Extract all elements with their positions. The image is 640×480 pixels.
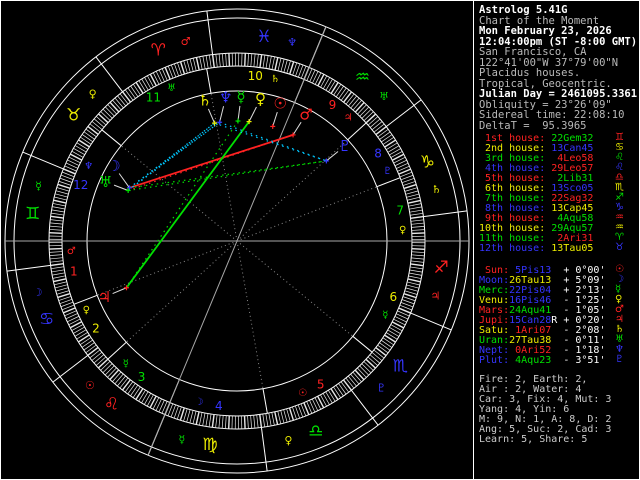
house-ruler-icon: ☽ <box>194 397 203 408</box>
planet-icon: ♆ <box>219 88 232 106</box>
house-ruler-icon: ♂ <box>67 246 76 257</box>
planet-icon: ♃ <box>98 288 111 306</box>
house-ruler-icon: ☿ <box>382 310 388 321</box>
zodiac-sign-icon: ♏ <box>393 356 408 376</box>
sign-ruler-icon: ♀ <box>284 434 292 447</box>
sign-ruler-icon: ♀ <box>89 87 97 100</box>
header-line: Julian Day = 2461095.3361 <box>479 88 638 100</box>
house-number: 2 <box>92 322 100 336</box>
house-number: 11 <box>146 91 161 105</box>
zodiac-sign-icon: ♓ <box>256 27 271 47</box>
chart-wheel: ♈ ♂♉♀♊☿♋☽♌☉♍☿ ♎♀♏♇♐♃♑♄♒♅♓ ♆1♂2♀3☿4☽5☉6☿7♀8♇… <box>4 8 470 474</box>
house-number: 12 <box>73 178 88 192</box>
house-ruler-icon: ♀ <box>83 305 90 316</box>
house-ruler-icon: ♃ <box>344 112 353 123</box>
planet-icon: ♂ <box>299 106 312 124</box>
zodiac-sign-icon: ♉ <box>615 242 624 253</box>
planet-icon: ♇ <box>338 137 351 155</box>
planet-position-list: Sun: 5Pis13 + 0°00' ☉ Moon:26Tau13 + 5°09'… <box>479 265 624 366</box>
header-line: Astrolog 5.41G <box>479 4 568 16</box>
sign-ruler-icon: ♅ <box>379 90 389 103</box>
house-ruler-icon: ♇ <box>383 166 392 177</box>
house-number: 6 <box>389 290 397 304</box>
sign-ruler-icon: ♂ <box>181 35 191 48</box>
header-line: Mon February 23, 2026 <box>479 25 612 37</box>
header-line: Sidereal time: 22:08:10 <box>479 109 625 121</box>
planet-glyphs: ☉☽☿ ♀♂♃♄♅♆♇ <box>98 88 352 306</box>
element-tally: Fire: 2, Earth: 2, Air : 2, Water: 4 Car: … <box>479 375 611 445</box>
planet-icon: ☉ <box>273 95 286 113</box>
house-row: 12th house: 13Tau05 ♉ <box>479 242 624 254</box>
aspect-lines <box>125 120 327 289</box>
house-ruler-icon: ♄ <box>271 74 280 85</box>
zodiac-sign-icon: ♈ <box>151 41 166 61</box>
planet-row: Plut: 4Aqu23 - 3°51' ♇ <box>479 354 624 366</box>
zodiac-sign-icon: ♐ <box>434 258 449 278</box>
planet-icon: ♅ <box>99 173 112 191</box>
planet-degree-dots <box>123 118 329 291</box>
house-cusp-list: 1st house: 22Gem32 ♊ 2nd house: 13Can45 ♋ … <box>479 133 624 254</box>
header-line: DeltaT = 95.3965 <box>479 119 587 132</box>
zodiac-sign-icon: ♒ <box>355 68 370 88</box>
house-number: 1 <box>70 265 78 279</box>
house-ruler-icon: ☉ <box>298 388 307 399</box>
planet-icon: ♇ <box>615 354 624 365</box>
house-number: 5 <box>317 377 325 391</box>
zodiac-sign-icon: ♌ <box>104 394 119 414</box>
zodiac-sign-icon: ♋ <box>39 310 54 330</box>
sign-ruler-icon: ♆ <box>287 36 297 49</box>
planet-icon: ♄ <box>198 92 211 110</box>
zodiac-sign-icon: ♑ <box>420 152 435 172</box>
planet-icon: ♀ <box>255 90 266 108</box>
planet-pointers <box>112 105 339 295</box>
house-ruler-icon: ♅ <box>167 83 176 94</box>
house-number: 3 <box>138 370 146 384</box>
chart-header: Astrolog 5.41G Chart of the Moment Mon Feb… <box>479 5 637 131</box>
header-line: San Francisco, CA <box>479 46 587 58</box>
house-number: 7 <box>396 203 404 217</box>
planet-icon: ☿ <box>236 88 245 106</box>
sign-ruler-icon: ☽ <box>33 286 43 299</box>
zodiac-sign-icon: ♊ <box>25 204 40 224</box>
astrolog-window: ♈ ♂ ♉ ♀ ♊ ☿ ♋ ☽ ♌ ☉ ♍ ☿ ♎ ♀ ♏ ♇ ♐ ♃ ♑ ♄ ♒ ♅ ♓ ♆ 1 ♂ 2 ♀ 3 ☿ 4 ☽ 5 ☉ 6 ☿ 7 ♀ 8 ♇… <box>0 0 640 480</box>
house-number: 10 <box>248 69 263 83</box>
zodiac-sign-icon: ♎ <box>308 421 323 441</box>
zodiac-sign-icon: ♍ <box>202 435 217 455</box>
house-ruler-icon: ♀ <box>399 225 406 236</box>
info-panel: Astrolog 5.41G Chart of the Moment Mon Feb… <box>479 1 639 479</box>
sign-ruler-icon: ♃ <box>431 290 441 303</box>
house-ruler-icon: ♆ <box>84 161 93 172</box>
sign-ruler-icon: ♇ <box>376 382 386 395</box>
house-ruler-icon: ☿ <box>123 359 129 370</box>
zodiac-sign-icon: ♉ <box>66 106 81 126</box>
house-number: 9 <box>329 98 337 112</box>
header-line: Placidus houses. <box>479 67 581 79</box>
house-number: 8 <box>374 146 382 160</box>
tally-line: Learn: 5, Share: 5 <box>479 434 588 445</box>
sign-ruler-icon: ☉ <box>85 379 95 392</box>
sign-ruler-icon: ☿ <box>178 433 185 446</box>
sign-ruler-icon: ♄ <box>432 183 442 196</box>
sign-ruler-icon: ☿ <box>35 179 42 192</box>
house-number: 4 <box>215 399 223 413</box>
panel-divider <box>473 1 474 479</box>
